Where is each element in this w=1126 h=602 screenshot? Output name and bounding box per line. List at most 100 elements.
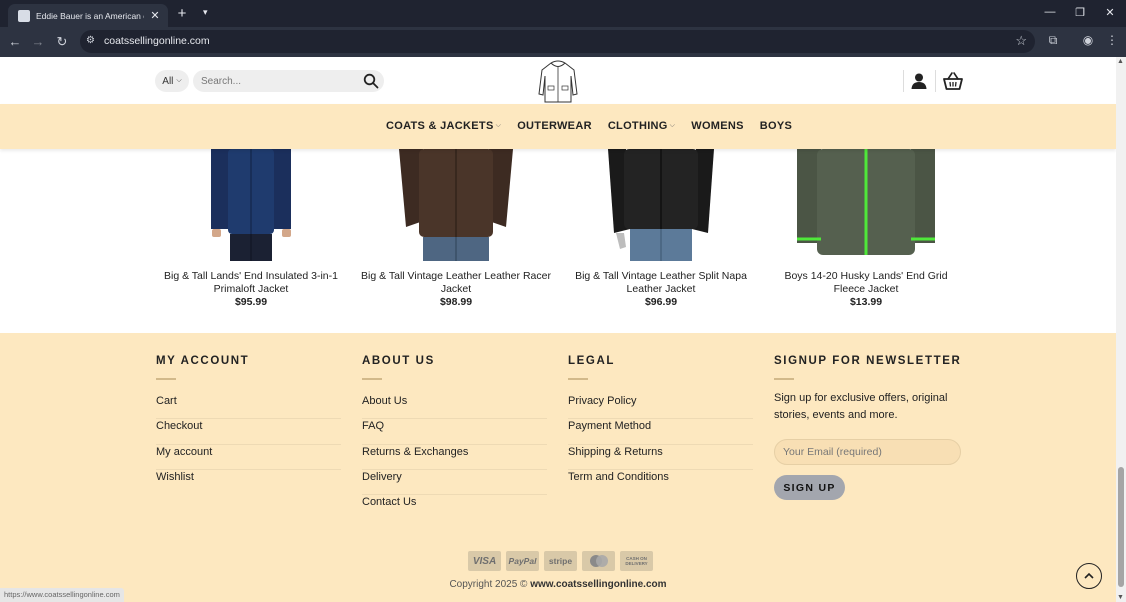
mastercard-icon <box>582 551 615 571</box>
back-to-top-button[interactable] <box>1076 563 1102 589</box>
address-bar[interactable]: ⚙ coatssellingonline.com ☆ <box>80 30 1035 53</box>
category-select[interactable]: All ⌵ <box>155 70 189 92</box>
product-name[interactable]: Big & Tall Vintage Leather Split Napa Le… <box>566 270 756 296</box>
product-name[interactable]: Big & Tall Vintage Leather Leather Racer… <box>361 270 551 296</box>
paypal-icon: PayPal <box>506 551 539 571</box>
footer-link-faq[interactable]: FAQ <box>362 419 547 445</box>
footer-heading: LEGAL <box>568 355 615 367</box>
footer-link-terms[interactable]: Term and Conditions <box>568 470 753 495</box>
account-icon[interactable] <box>910 72 928 90</box>
footer-link-my-account[interactable]: My account <box>156 445 341 470</box>
favicon-icon <box>18 9 30 22</box>
product-card[interactable]: Big & Tall Vintage Leather Leather Racer… <box>361 149 551 309</box>
minimize-icon[interactable]: — <box>1043 6 1057 18</box>
site-logo-jacket[interactable] <box>536 58 580 104</box>
nav-clothing[interactable]: CLOTHING ⌵ <box>608 120 675 132</box>
footer-link-wishlist[interactable]: Wishlist <box>156 470 341 495</box>
close-window-icon[interactable]: ✕ <box>1103 6 1117 19</box>
extensions-icon[interactable]: ⧉ <box>1045 33 1061 48</box>
product-name[interactable]: Boys 14-20 Husky Lands' End Grid Fleece … <box>771 270 961 296</box>
product-image-jacket <box>797 149 935 255</box>
product-card[interactable]: Boys 14-20 Husky Lands' End Grid Fleece … <box>771 149 961 309</box>
restore-icon[interactable]: ❐ <box>1073 6 1087 19</box>
scroll-down-icon[interactable]: ▼ <box>1117 594 1124 601</box>
site-header: All ⌵ <box>0 57 1116 104</box>
main-nav: COATS & JACKETS ⌵ OUTERWEAR CLOTHING ⌵ W… <box>0 104 1116 149</box>
footer-heading: ABOUT US <box>362 355 435 367</box>
site-info-icon[interactable]: ⚙ <box>86 35 95 46</box>
footer-heading: SIGNUP FOR NEWSLETTER <box>774 355 962 367</box>
scroll-up-icon[interactable]: ▲ <box>1117 58 1124 65</box>
url-text[interactable]: coatssellingonline.com <box>104 35 210 47</box>
tab-title: Eddie Bauer is an American clothing <box>36 10 144 21</box>
status-bar-url: https://www.coatssellingonline.com <box>0 588 124 602</box>
copyright-prefix: Copyright 2025 © <box>449 579 528 590</box>
visa-icon: VISA <box>468 551 501 571</box>
signup-button[interactable]: SIGN UP <box>774 475 845 500</box>
newsletter-email-field[interactable] <box>774 439 961 465</box>
footer-link-privacy[interactable]: Privacy Policy <box>568 394 753 420</box>
copyright-site-link[interactable]: www.coatssellingonline.com <box>530 579 666 590</box>
back-icon[interactable]: ← <box>8 34 22 49</box>
chevron-down-icon: ⌵ <box>669 122 676 129</box>
search-icon[interactable] <box>363 73 379 89</box>
footer-legal: LEGAL Privacy Policy Payment Method Ship… <box>568 355 753 495</box>
close-tab-icon[interactable]: ✕ <box>148 9 162 22</box>
footer-link-returns[interactable]: Returns & Exchanges <box>362 445 547 470</box>
footer-link-shipping-returns[interactable]: Shipping & Returns <box>568 445 753 470</box>
new-tab-icon[interactable]: + <box>174 5 190 22</box>
tab-search-icon[interactable]: ▾ <box>203 7 208 18</box>
cash-on-delivery-icon: CASH ON DELIVERY <box>620 551 653 571</box>
product-image[interactable] <box>566 149 756 261</box>
chevron-down-icon: ⌵ <box>176 77 182 84</box>
product-image-jacket <box>399 149 513 261</box>
page-viewport: All ⌵ Search... COATS & JACKETS ⌵ OUTERW… <box>0 57 1116 602</box>
header-divider <box>903 70 904 92</box>
footer-link-cart[interactable]: Cart <box>156 394 341 420</box>
product-image[interactable] <box>771 149 961 261</box>
header-divider <box>935 70 936 92</box>
footer-link-delivery[interactable]: Delivery <box>362 470 547 496</box>
chevron-up-icon <box>1084 572 1094 579</box>
search-input[interactable] <box>193 70 384 92</box>
footer-heading: MY ACCOUNT <box>156 355 250 367</box>
heading-underline <box>362 378 382 380</box>
footer-link-checkout[interactable]: Checkout <box>156 419 341 445</box>
nav-outerwear[interactable]: OUTERWEAR <box>517 120 592 132</box>
footer-link-about-us[interactable]: About Us <box>362 394 547 420</box>
footer-link-payment-method[interactable]: Payment Method <box>568 419 753 445</box>
bookmark-star-icon[interactable]: ☆ <box>1015 33 1027 49</box>
category-select-label: All <box>162 75 174 87</box>
nav-boys[interactable]: BOYS <box>760 120 792 132</box>
product-image[interactable] <box>361 149 551 261</box>
chevron-down-icon: ⌵ <box>495 122 502 129</box>
heading-underline <box>774 378 794 380</box>
search-bar: All ⌵ <box>155 70 384 92</box>
payment-icons: VISA PayPal stripe CASH ON DELIVERY <box>468 551 653 571</box>
browser-tab[interactable]: Eddie Bauer is an American clothing ✕ <box>8 4 168 27</box>
copyright-text: Copyright 2025 © www.coatssellingonline.… <box>0 579 1116 590</box>
nav-label: BOYS <box>759 120 793 132</box>
nav-coats-jackets[interactable]: COATS & JACKETS ⌵ <box>386 120 501 132</box>
product-card[interactable]: Big & Tall Lands' End Insulated 3-in-1 P… <box>156 149 346 309</box>
nav-womens[interactable]: WOMENS <box>691 120 744 132</box>
stripe-icon: stripe <box>544 551 577 571</box>
product-price: $95.99 <box>234 296 268 308</box>
browser-toolbar: ← → ↻ ⚙ coatssellingonline.com ☆ ⧉ ◉ ⋮ <box>0 27 1126 57</box>
footer-link-contact[interactable]: Contact Us <box>362 495 547 520</box>
reload-icon[interactable]: ↻ <box>55 34 69 50</box>
product-image[interactable] <box>156 149 346 261</box>
nav-label: CLOTHING <box>607 120 668 132</box>
scrollbar-thumb[interactable] <box>1118 467 1124 587</box>
basket-icon[interactable] <box>943 71 963 91</box>
heading-underline <box>568 378 588 380</box>
profile-icon[interactable]: ◉ <box>1080 33 1096 47</box>
forward-icon[interactable]: → <box>31 34 45 49</box>
newsletter-text: Sign up for exclusive offers, original s… <box>774 392 948 421</box>
product-card[interactable]: Big & Tall Vintage Leather Split Napa Le… <box>566 149 756 309</box>
product-name[interactable]: Big & Tall Lands' End Insulated 3-in-1 P… <box>156 270 346 296</box>
nav-label: COATS & JACKETS <box>386 120 494 132</box>
page-scrollbar[interactable]: ▲ ▼ <box>1116 57 1126 602</box>
footer-my-account: MY ACCOUNT Cart Checkout My account Wish… <box>156 355 341 495</box>
menu-icon[interactable]: ⋮ <box>1104 33 1120 47</box>
